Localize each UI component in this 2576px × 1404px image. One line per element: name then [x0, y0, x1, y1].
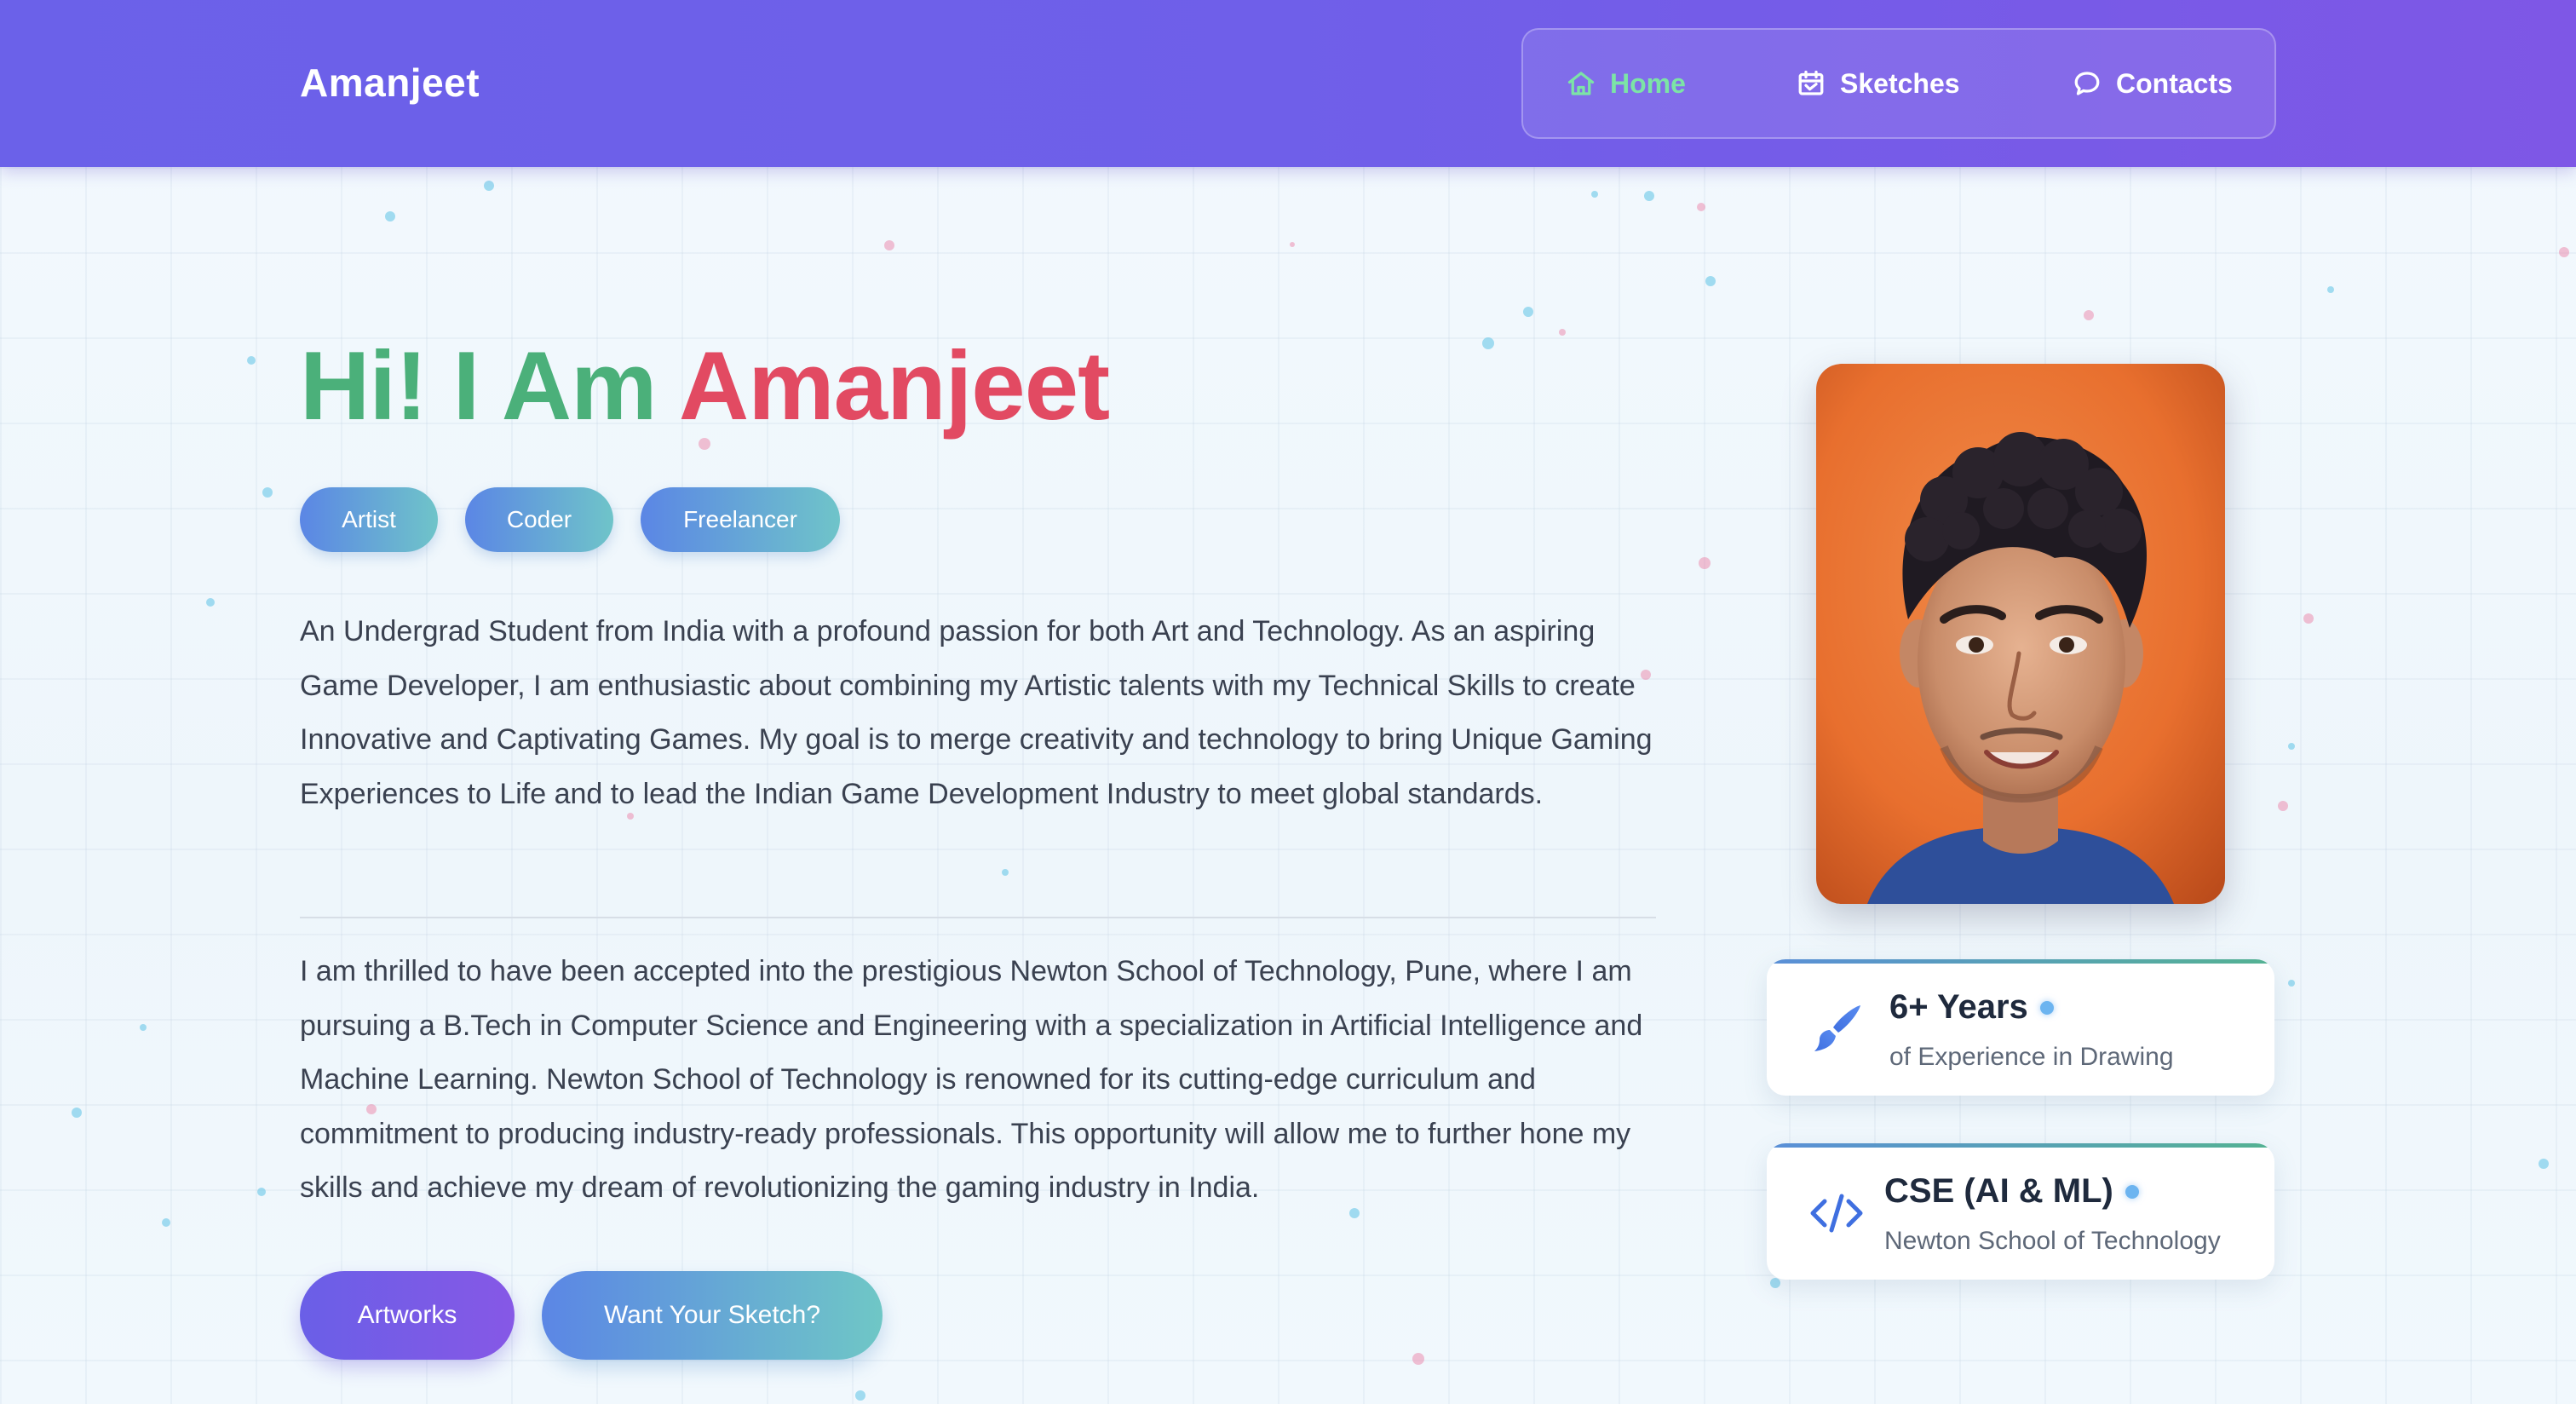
navbar: Amanjeet Home Sketches Contacts	[0, 0, 2576, 167]
chat-bubble-icon	[2074, 72, 2100, 95]
nav-item-label: Sketches	[1840, 67, 1960, 99]
card-title: 6+ Years	[1889, 988, 2054, 1027]
paintbrush-icon	[1814, 1005, 1860, 1051]
nav-item-label: Home	[1610, 67, 1686, 99]
nav-menu: Home Sketches Contacts	[1521, 28, 2276, 139]
education-paragraph: I am thrilled to have been accepted into…	[300, 955, 1643, 1204]
hero-name: Amanjeet	[678, 332, 1110, 440]
education-title: CSE (AI & ML)	[1884, 1172, 2113, 1210]
status-dot	[2125, 1184, 2139, 1199]
nav-item-label: Contacts	[2116, 67, 2233, 99]
brand-logo[interactable]: Amanjeet	[300, 60, 480, 106]
card-title: CSE (AI & ML)	[1884, 1172, 2139, 1211]
nav-item-sketches[interactable]: Sketches	[1796, 30, 1960, 137]
tag-freelancer: Freelancer	[641, 487, 840, 552]
education-card: CSE (AI & ML) Newton School of Technolog…	[1767, 1143, 2274, 1280]
intro-paragraph: An Undergrad Student from India with a p…	[300, 615, 1653, 810]
section-divider	[300, 917, 1656, 918]
calendar-sketch-icon	[1798, 70, 1824, 95]
experience-card: 6+ Years of Experience in Drawing	[1767, 959, 2274, 1096]
nav-item-contacts[interactable]: Contacts	[2072, 30, 2233, 137]
status-dot	[2039, 1000, 2054, 1015]
nav-item-home[interactable]: Home	[1566, 30, 1686, 137]
hero-greeting: Hi! I Am	[300, 332, 657, 440]
hero-title: Hi! I Am Amanjeet	[300, 331, 1110, 442]
home-icon	[1567, 72, 1595, 95]
tag-coder: Coder	[465, 487, 613, 552]
code-icon	[1810, 1194, 1863, 1233]
artworks-button[interactable]: Artworks	[300, 1271, 515, 1360]
tag-artist: Artist	[300, 487, 438, 552]
want-sketch-button[interactable]: Want Your Sketch?	[542, 1271, 883, 1360]
education-subtitle: Newton School of Technology	[1884, 1227, 2221, 1255]
experience-subtitle: of Experience in Drawing	[1889, 1043, 2174, 1071]
experience-title: 6+ Years	[1889, 988, 2028, 1026]
profile-portrait	[1816, 364, 2225, 904]
